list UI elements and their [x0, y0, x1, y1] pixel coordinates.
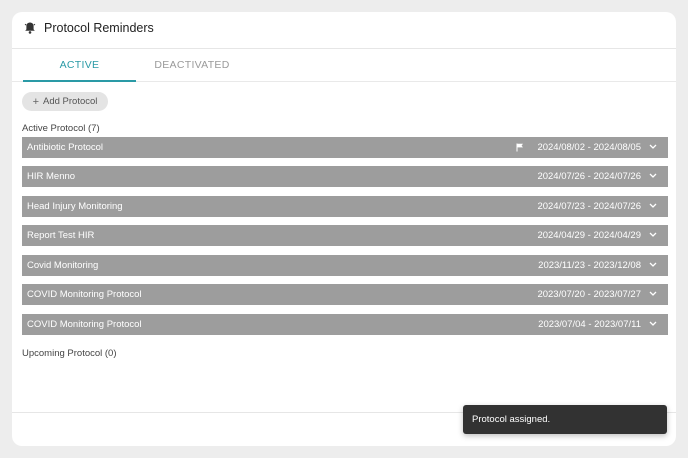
protocol-dates: 2023/11/23 - 2023/12/08 — [538, 260, 641, 271]
protocol-name: COVID Monitoring Protocol — [27, 289, 142, 300]
chevron-down-icon[interactable] — [649, 262, 657, 268]
protocol-row[interactable]: Report Test HIR 2024/04/29 - 2024/04/29 — [22, 225, 668, 246]
tab-bar: ACTIVE DEACTIVATED — [12, 49, 676, 82]
bell-icon — [24, 22, 36, 34]
chevron-down-icon[interactable] — [649, 203, 657, 209]
page-title: Protocol Reminders — [44, 21, 154, 35]
protocol-dates: 2024/07/26 - 2024/07/26 — [537, 171, 641, 182]
protocol-name: HIR Menno — [27, 171, 76, 182]
card-header: Protocol Reminders — [12, 12, 676, 49]
chevron-down-icon[interactable] — [649, 173, 657, 179]
protocol-name: Antibiotic Protocol — [27, 142, 104, 153]
plus-icon: + — [32, 95, 40, 108]
chevron-down-icon[interactable] — [649, 321, 657, 327]
upcoming-protocol-heading: Upcoming Protocol (0) — [22, 348, 117, 359]
toast-notification: Protocol assigned. — [463, 405, 667, 434]
protocol-dates: 2024/04/29 - 2024/04/29 — [537, 230, 641, 241]
protocol-dates: 2023/07/20 - 2023/07/27 — [537, 289, 641, 300]
protocol-row[interactable]: Head Injury Monitoring 2024/07/23 - 2024… — [22, 196, 668, 217]
protocol-name: Report Test HIR — [27, 230, 95, 241]
tab-active[interactable]: ACTIVE — [23, 49, 136, 82]
protocol-row[interactable]: HIR Menno 2024/07/26 - 2024/07/26 — [22, 166, 668, 187]
protocol-name: COVID Monitoring Protocol — [27, 319, 142, 330]
protocol-reminders-card: Protocol Reminders ACTIVE DEACTIVATED + … — [12, 12, 676, 446]
protocol-dates: 2023/07/04 - 2023/07/11 — [538, 319, 641, 330]
protocol-dates: 2024/07/23 - 2024/07/26 — [537, 201, 641, 212]
protocol-name: Covid Monitoring — [27, 260, 99, 271]
protocol-row[interactable]: COVID Monitoring Protocol 2023/07/20 - 2… — [22, 284, 668, 305]
active-protocol-heading: Active Protocol (7) — [22, 123, 100, 134]
protocol-name: Head Injury Monitoring — [27, 201, 123, 212]
toast-message: Protocol assigned. — [472, 414, 551, 425]
chevron-down-icon[interactable] — [649, 144, 657, 150]
chevron-down-icon[interactable] — [649, 291, 657, 297]
add-protocol-button[interactable]: + Add Protocol — [22, 92, 108, 111]
flag-icon — [516, 143, 523, 152]
protocol-dates: 2024/08/02 - 2024/08/05 — [537, 142, 641, 153]
chevron-down-icon[interactable] — [649, 232, 657, 238]
protocol-row[interactable]: Covid Monitoring 2023/11/23 - 2023/12/08 — [22, 255, 668, 276]
tab-deactivated[interactable]: DEACTIVATED — [136, 49, 248, 81]
protocol-row[interactable]: Antibiotic Protocol 2024/08/02 - 2024/08… — [22, 137, 668, 158]
protocol-row[interactable]: COVID Monitoring Protocol 2023/07/04 - 2… — [22, 314, 668, 335]
add-protocol-label: Add Protocol — [43, 96, 98, 107]
